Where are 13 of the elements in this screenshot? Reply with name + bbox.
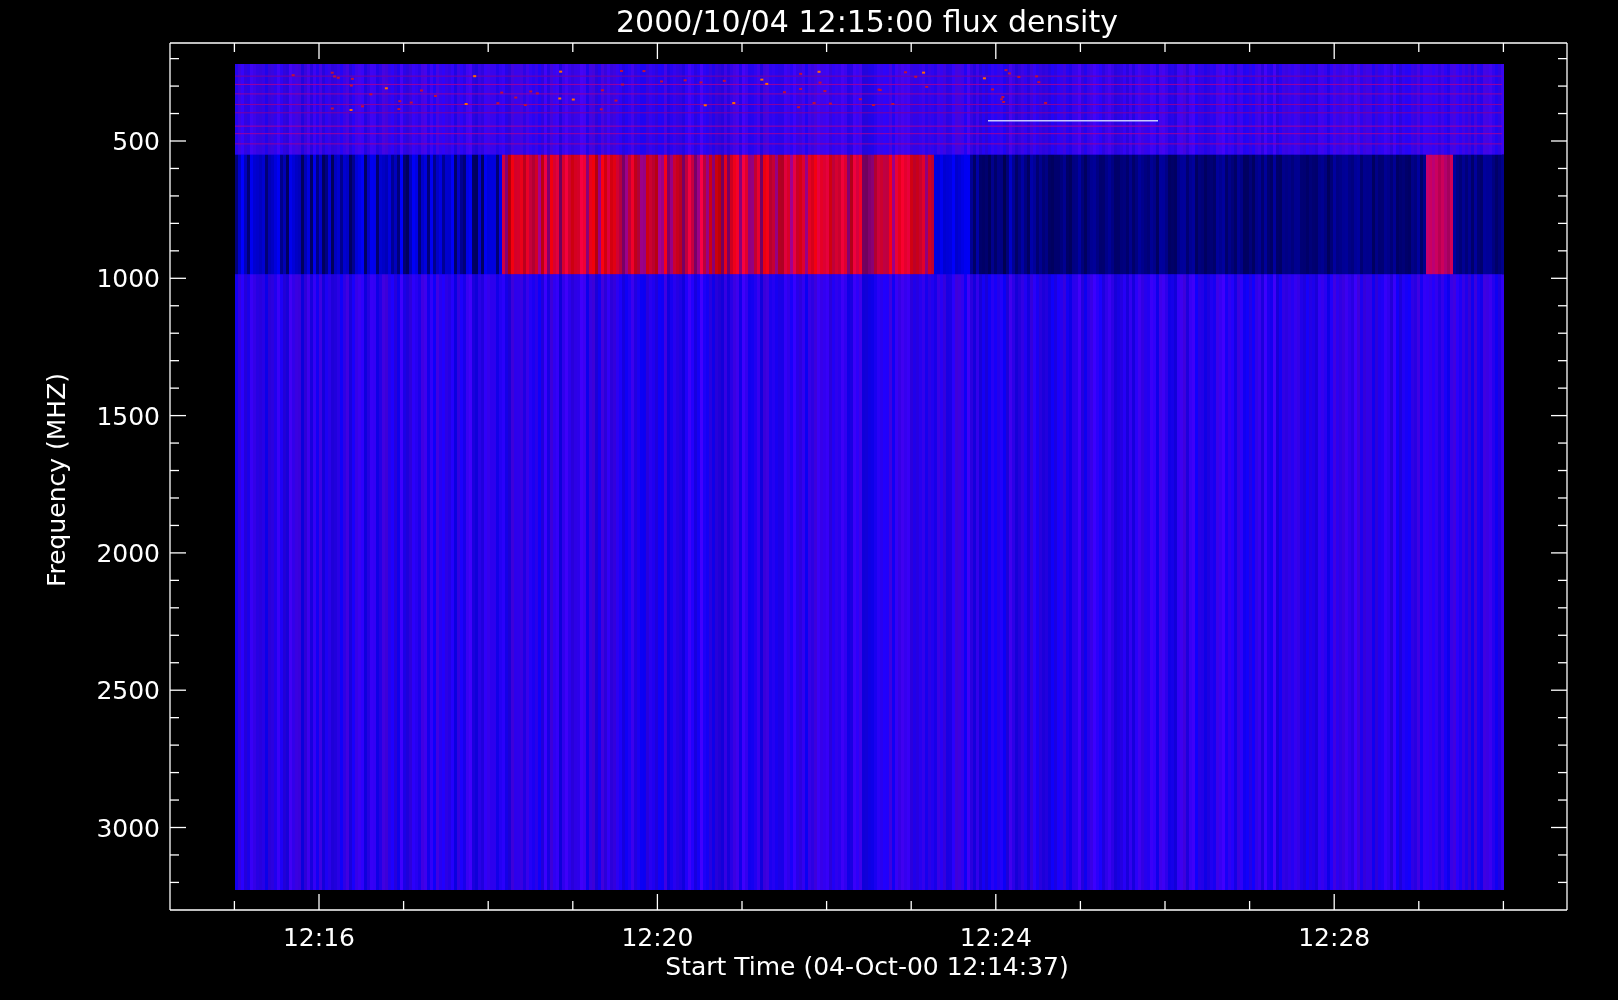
tick-label: 12:16 bbox=[283, 923, 355, 952]
tick-label: 12:24 bbox=[959, 923, 1032, 952]
tick-label: 12:28 bbox=[1298, 923, 1371, 952]
tick-label: 1500 bbox=[96, 401, 160, 431]
chart-title: 2000/10/04 12:15:00 flux density bbox=[616, 4, 1118, 39]
axis-label: Start Time (04-Oct-00 12:14:37) bbox=[665, 952, 1069, 981]
tick-label: 500 bbox=[112, 127, 160, 156]
tick-label: 2500 bbox=[96, 676, 160, 706]
axis-label: Frequency (MHZ) bbox=[42, 372, 71, 588]
tick-label: 3000 bbox=[96, 813, 160, 843]
tick-label: 12:20 bbox=[621, 923, 694, 952]
tick-label: 1000 bbox=[96, 264, 160, 294]
tick-label: 2000 bbox=[96, 538, 160, 568]
